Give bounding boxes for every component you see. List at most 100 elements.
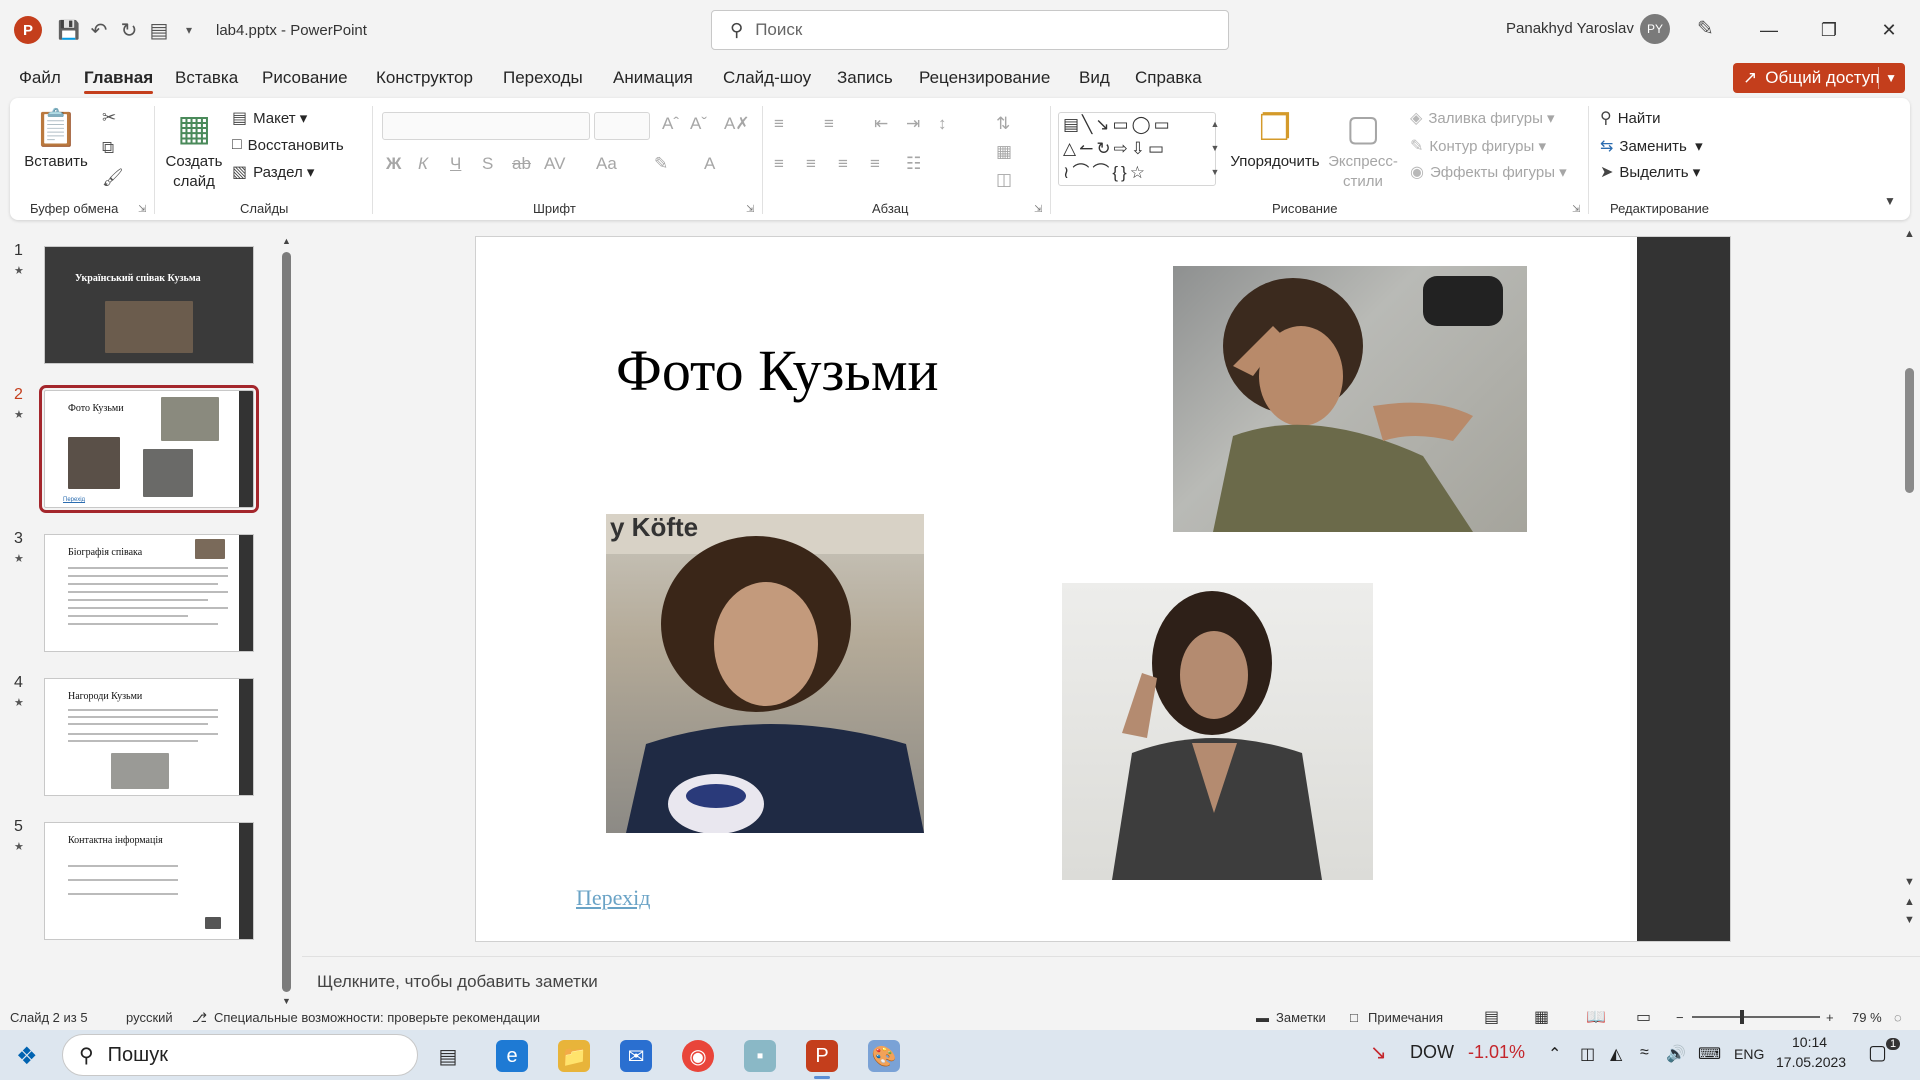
collapse-ribbon-icon[interactable]: ▼: [1884, 194, 1896, 208]
save-icon[interactable]: 💾: [54, 15, 84, 45]
tab-slideshow[interactable]: Слайд-шоу: [723, 68, 811, 88]
numbering-icon[interactable]: ≡: [824, 114, 834, 134]
slide-thumbnail-4[interactable]: Нагороди Кузьми: [44, 678, 254, 796]
reading-view-icon[interactable]: 📖: [1586, 1007, 1606, 1027]
gallery-scroll[interactable]: ▲ ▼ ▼: [1208, 112, 1222, 186]
decrease-indent-icon[interactable]: ⇤: [874, 114, 888, 134]
slide-thumbnail-1[interactable]: Український співак Кузьма: [44, 246, 254, 364]
undo-icon[interactable]: ↶: [84, 15, 114, 45]
underline-button[interactable]: Ч: [450, 154, 461, 174]
slide-thumbnail-2[interactable]: Фото Кузьми Перехід: [39, 385, 259, 513]
tab-home[interactable]: Главная: [84, 68, 154, 94]
arrange-button[interactable]: ❐ Упорядочить: [1228, 106, 1322, 172]
change-case-button[interactable]: Aa: [596, 154, 617, 174]
bold-button[interactable]: Ж: [386, 154, 401, 174]
taskbar-search[interactable]: ⚲ Пошук: [62, 1034, 418, 1076]
scroll-up-icon[interactable]: ▲: [1904, 228, 1915, 240]
increase-font-icon[interactable]: Aˆ: [662, 114, 679, 134]
highlight-icon[interactable]: ✎: [654, 154, 668, 174]
zoom-out-icon[interactable]: −: [1676, 1010, 1684, 1025]
file-explorer-icon[interactable]: 📁: [558, 1040, 590, 1072]
tab-help[interactable]: Справка: [1135, 68, 1202, 88]
powerpoint-taskbar-icon[interactable]: P: [806, 1040, 838, 1072]
pen-icon[interactable]: ✎: [1697, 16, 1714, 41]
line-spacing-icon[interactable]: ↕: [938, 114, 947, 134]
text-direction-icon[interactable]: ⇅: [996, 114, 1010, 134]
user-name[interactable]: Panakhyd Yaroslav: [1506, 20, 1634, 37]
justify-icon[interactable]: ≡: [870, 154, 880, 174]
fit-slide-icon[interactable]: ◌: [1894, 1010, 1902, 1025]
scroll-thumb[interactable]: [1905, 368, 1914, 493]
chevron-up-icon[interactable]: ⌃: [1548, 1044, 1561, 1064]
columns-icon[interactable]: ☷: [906, 154, 921, 174]
restore-icon[interactable]: ❐: [1804, 10, 1854, 50]
tab-draw[interactable]: Рисование: [262, 68, 348, 88]
tab-file[interactable]: Файл: [19, 68, 61, 88]
comments-button[interactable]: Примечания: [1368, 1010, 1443, 1025]
stock-change[interactable]: -1.01%: [1468, 1042, 1525, 1063]
dialog-launcher-icon[interactable]: ⇲: [1572, 204, 1580, 215]
layout-button[interactable]: ▤ Макет ▾: [232, 108, 307, 128]
align-left-icon[interactable]: ≡: [774, 154, 784, 174]
keyboard-icon[interactable]: ⌨: [1698, 1044, 1721, 1064]
mail-icon[interactable]: ✉: [620, 1040, 652, 1072]
slide-scrollbar[interactable]: ▲ ▼ ▲ ▼: [1900, 226, 1920, 936]
shape-effects-button[interactable]: ◉ Эффекты фигуры ▾: [1410, 162, 1567, 182]
tray-app-icon[interactable]: ◭: [1610, 1044, 1622, 1064]
slide-thumbnail-5[interactable]: Контактна інформація: [44, 822, 254, 940]
photo-singer-pointing[interactable]: [1173, 266, 1527, 532]
language-indicator[interactable]: русский: [126, 1010, 173, 1025]
scroll-up-icon[interactable]: ▲: [282, 236, 291, 246]
dialog-launcher-icon[interactable]: ⇲: [746, 204, 754, 215]
tray-app-icon[interactable]: ◫: [1580, 1044, 1595, 1064]
smartart-icon[interactable]: ◫: [996, 170, 1012, 190]
windows-start-icon[interactable]: ❖: [16, 1042, 38, 1071]
redo-icon[interactable]: ↻: [114, 15, 144, 45]
new-slide-button[interactable]: ▦ Создать слайд: [162, 106, 226, 192]
zoom-slider[interactable]: [1692, 1016, 1820, 1018]
shape-fill-button[interactable]: ◈ Заливка фигуры ▾: [1410, 108, 1555, 128]
tab-design[interactable]: Конструктор: [376, 68, 473, 88]
wifi-icon[interactable]: ≈: [1640, 1044, 1649, 1062]
increase-indent-icon[interactable]: ⇥: [906, 114, 920, 134]
scroll-thumb[interactable]: [282, 252, 291, 992]
shapes-gallery[interactable]: ▤╲↘▭◯▭ △↼↻⇨⇩▭ ≀⌒⌒{}☆: [1058, 112, 1216, 186]
zoom-in-icon[interactable]: +: [1826, 1010, 1834, 1025]
clock-date[interactable]: 17.05.2023: [1776, 1054, 1846, 1070]
current-slide[interactable]: Фото Кузьми y Köfte Перехід: [475, 236, 1731, 942]
clock-time[interactable]: 10:14: [1792, 1034, 1827, 1050]
task-view-icon[interactable]: ▤: [432, 1040, 464, 1072]
share-button[interactable]: ↗ Общий доступ ▼: [1733, 63, 1905, 93]
stock-name[interactable]: DOW: [1410, 1042, 1454, 1063]
tab-record[interactable]: Запись: [837, 68, 893, 88]
notes-pane[interactable]: Щелкните, чтобы добавить заметки: [302, 956, 1920, 1004]
font-family-select[interactable]: [382, 112, 590, 140]
previous-slide-icon[interactable]: ▲: [1904, 896, 1915, 908]
shape-outline-button[interactable]: ✎ Контур фигуры ▾: [1410, 136, 1546, 156]
strikethrough-button[interactable]: ab: [512, 154, 531, 174]
slide-hyperlink[interactable]: Перехід: [576, 885, 650, 911]
italic-button[interactable]: К: [418, 154, 428, 174]
shadow-button[interactable]: S: [482, 154, 493, 174]
notification-icon[interactable]: ▢: [1868, 1040, 1887, 1065]
input-language[interactable]: ENG: [1734, 1046, 1764, 1062]
dialog-launcher-icon[interactable]: ⇲: [138, 204, 146, 215]
slide-title[interactable]: Фото Кузьми: [616, 337, 939, 404]
find-button[interactable]: ⚲ Найти: [1600, 108, 1661, 128]
edge-browser-icon[interactable]: e: [496, 1040, 528, 1072]
reset-button[interactable]: □ Восстановить: [232, 136, 344, 154]
replace-button[interactable]: ⇆ Заменить ▾: [1600, 136, 1703, 156]
align-center-icon[interactable]: ≡: [806, 154, 816, 174]
tab-review[interactable]: Рецензирование: [919, 68, 1050, 88]
next-slide-icon[interactable]: ▼: [1904, 914, 1915, 926]
clear-format-icon[interactable]: A✗: [724, 114, 750, 134]
close-icon[interactable]: ✕: [1864, 10, 1914, 50]
zoom-slider-knob[interactable]: [1740, 1010, 1744, 1024]
search-input[interactable]: ⚲ Поиск: [711, 10, 1229, 50]
thumbnail-scrollbar[interactable]: ▲ ▼: [281, 236, 291, 1006]
align-text-icon[interactable]: ▦: [996, 142, 1012, 162]
section-button[interactable]: ▧ Раздел ▾: [232, 162, 314, 182]
tab-transitions[interactable]: Переходы: [503, 68, 583, 88]
tab-insert[interactable]: Вставка: [175, 68, 238, 88]
slide-sorter-icon[interactable]: ▦: [1534, 1007, 1549, 1027]
